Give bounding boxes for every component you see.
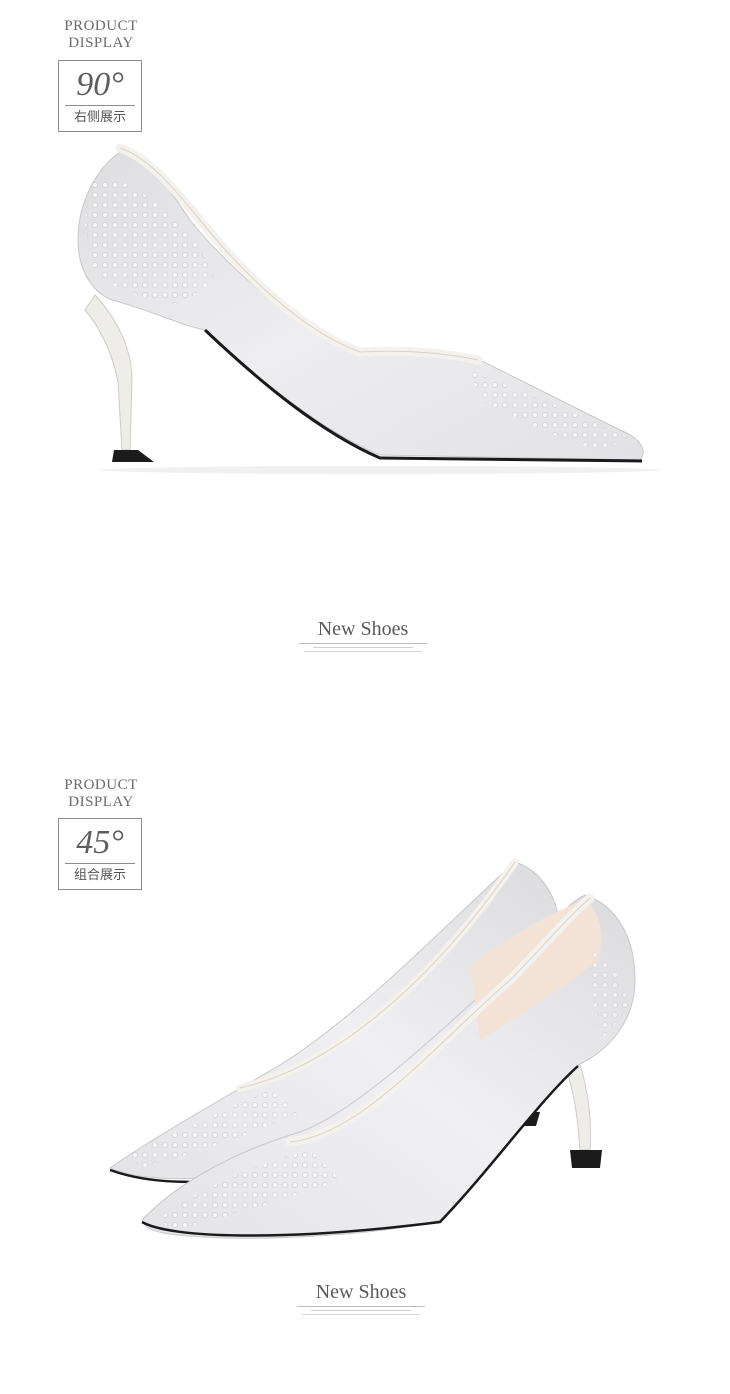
heel [84, 294, 133, 451]
badge-divider [65, 105, 135, 106]
shoe-side-view-image [77, 143, 660, 474]
angle-value: 90° [76, 66, 124, 103]
product-word: PRODUCT [64, 18, 138, 34]
brand-tagline-line [299, 643, 427, 644]
brand-tagline-line [302, 1314, 420, 1315]
heel-tip [112, 450, 154, 462]
brand-mark: New Shoes [283, 618, 443, 652]
brand-tagline-line [304, 651, 422, 652]
front-shoe-heel-tip [570, 1150, 602, 1168]
ground-shadow [100, 466, 660, 474]
brand-tagline-line [297, 1306, 425, 1307]
product-word: PRODUCT [64, 777, 138, 793]
shoe-pair-view-image [108, 858, 636, 1239]
display-word: DISPLAY [68, 794, 134, 810]
brand-title: New Shoes [315, 1281, 407, 1303]
brand-tagline-line [313, 647, 413, 648]
front-shoe-heel [565, 1064, 591, 1151]
display-word: DISPLAY [68, 35, 134, 51]
brand-title: New Shoes [317, 618, 409, 640]
brand-tagline-line [311, 1310, 411, 1311]
brand-mark: New Shoes [281, 1281, 441, 1315]
